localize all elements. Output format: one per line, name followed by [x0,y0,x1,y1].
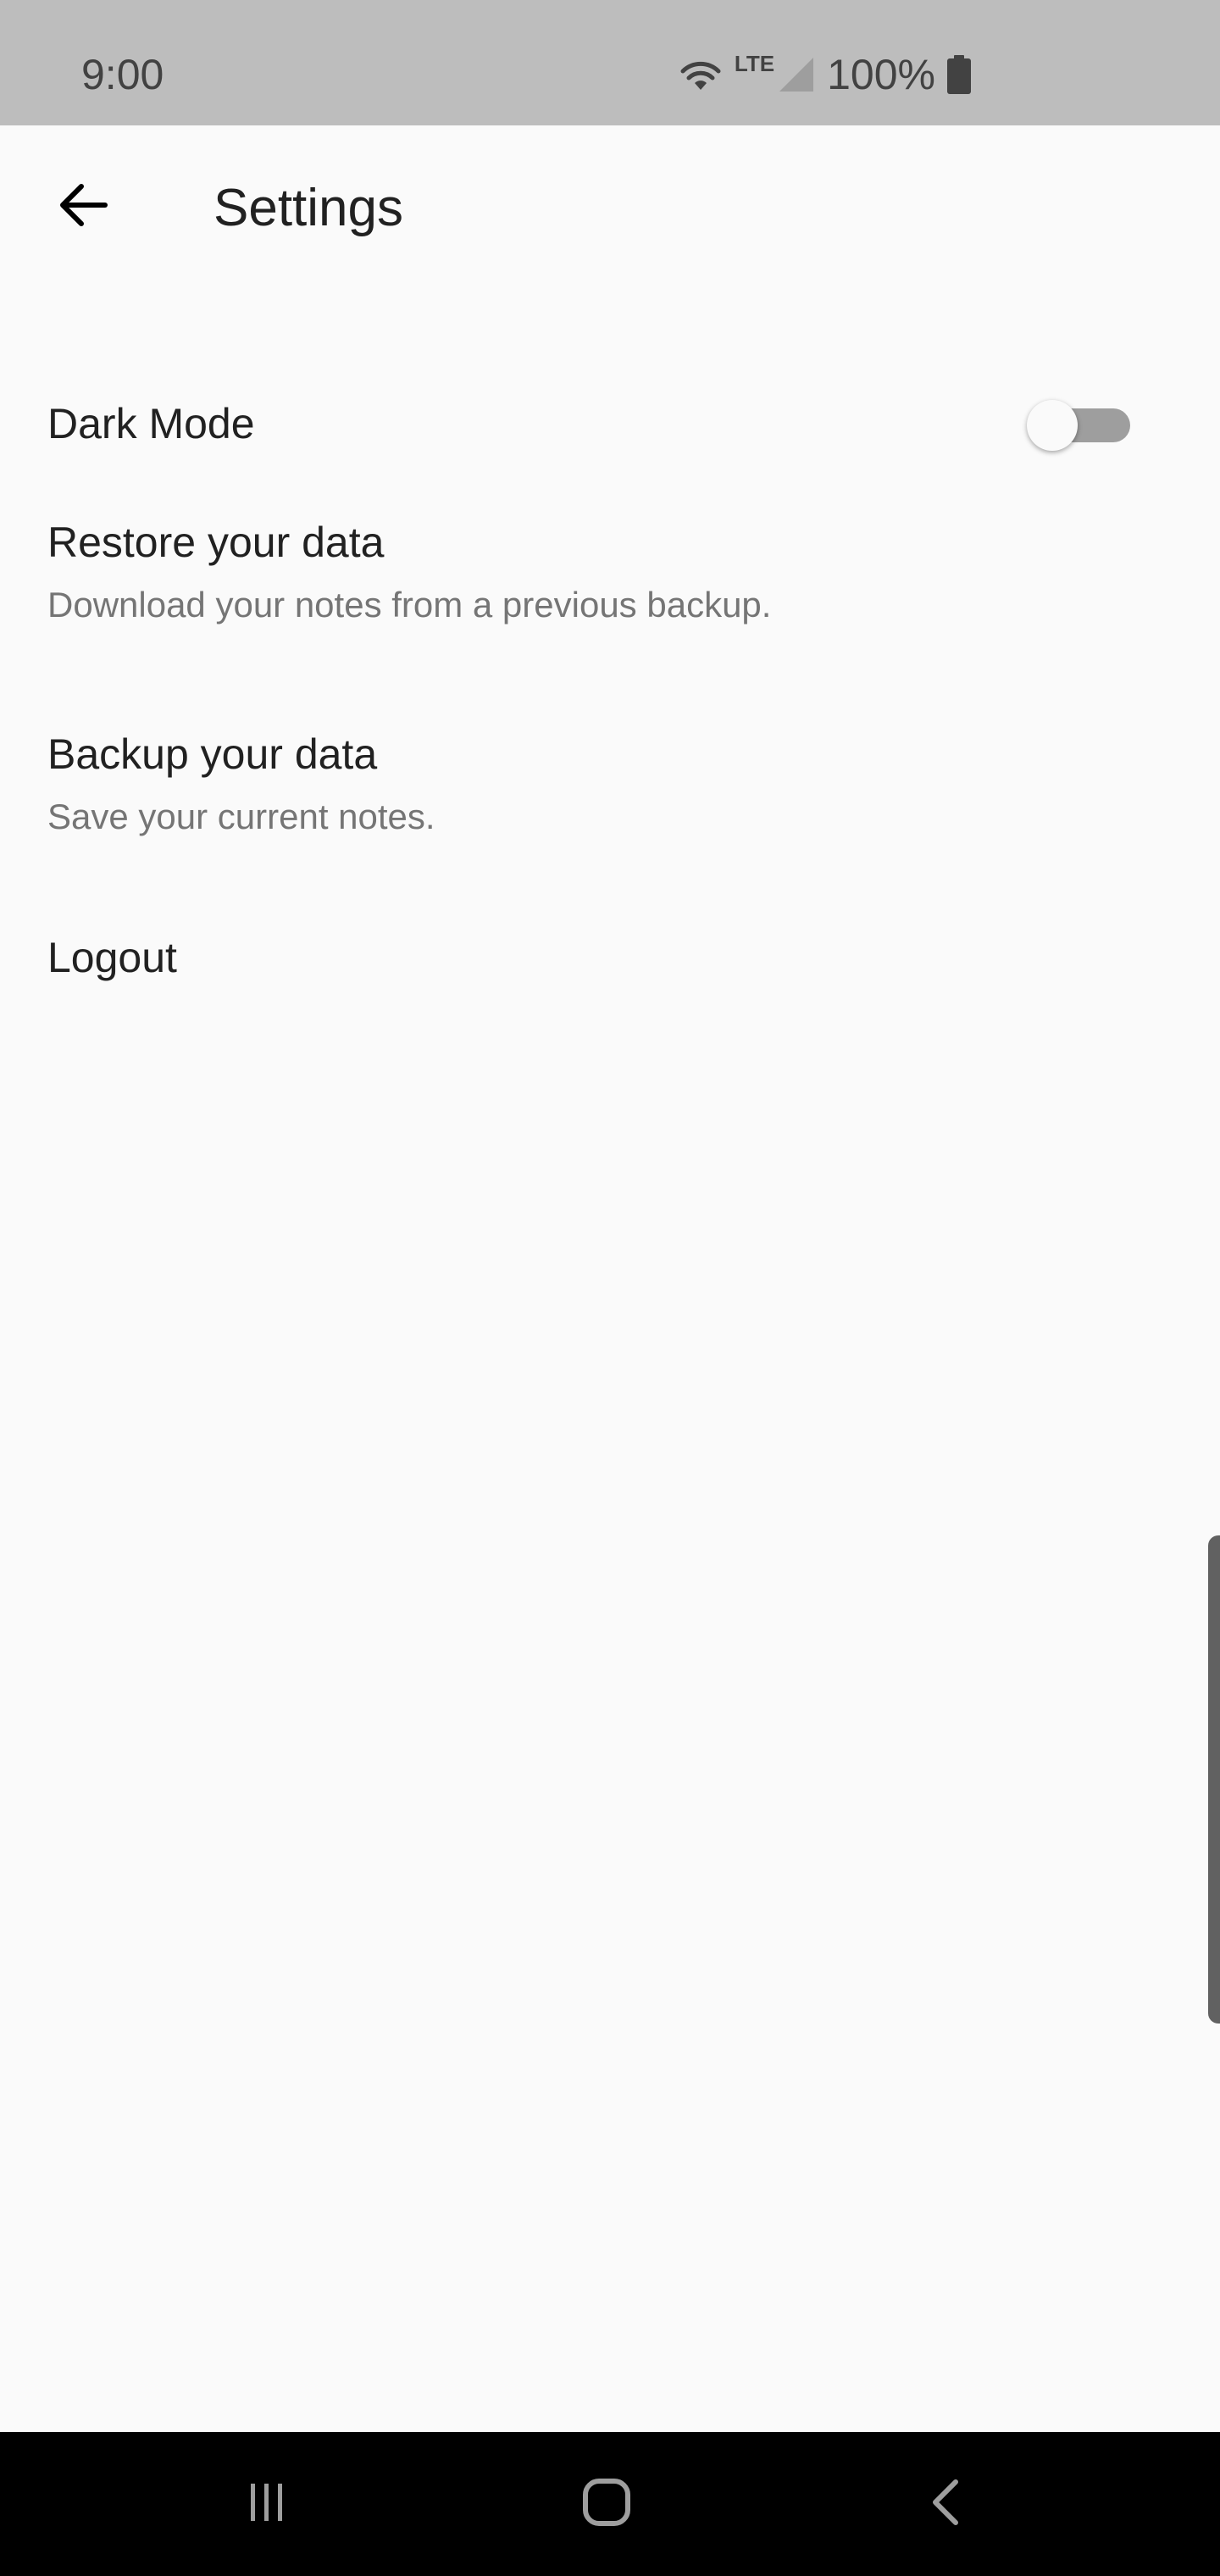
setting-logout[interactable]: Logout [0,898,1220,1034]
status-icons: LTE 100% [679,49,971,100]
setting-restore-data[interactable]: Restore your data Download your notes fr… [0,491,1220,703]
restore-data-title: Restore your data [47,519,385,566]
app-bar: Settings [0,125,1220,295]
setting-backup-data[interactable]: Backup your data Save your current notes… [0,703,1220,898]
backup-data-subtitle: Save your current notes. [47,797,435,836]
battery-icon [947,55,971,94]
logout-label: Logout [47,934,177,981]
recents-button[interactable] [224,2462,308,2546]
status-bar: 9:00 LTE 100% [0,0,1220,125]
recents-icon [241,2477,291,2532]
dark-mode-toggle[interactable] [1027,400,1134,451]
battery-percentage: 100% [827,51,935,98]
back-icon [922,2477,973,2532]
back-button[interactable] [42,166,124,247]
home-button[interactable] [564,2462,649,2546]
page-title: Settings [214,179,404,237]
home-icon [581,2477,632,2532]
network-type-label: LTE [734,50,775,76]
restore-data-subtitle: Download your notes from a previous back… [47,585,772,625]
status-time: 9:00 [81,51,164,98]
toggle-thumb [1027,400,1078,451]
wifi-icon [679,58,723,92]
system-back-button[interactable] [905,2462,990,2546]
dark-mode-label: Dark Mode [47,400,255,447]
setting-dark-mode[interactable]: Dark Mode [0,356,1220,491]
arrow-left-icon [56,178,110,236]
backup-data-title: Backup your data [47,730,378,778]
edge-panel-handle[interactable] [1208,1535,1220,2024]
settings-list: Dark Mode Restore your data Download you… [0,356,1220,1034]
cellular-signal-icon [778,56,815,93]
navigation-bar [0,2432,1220,2576]
